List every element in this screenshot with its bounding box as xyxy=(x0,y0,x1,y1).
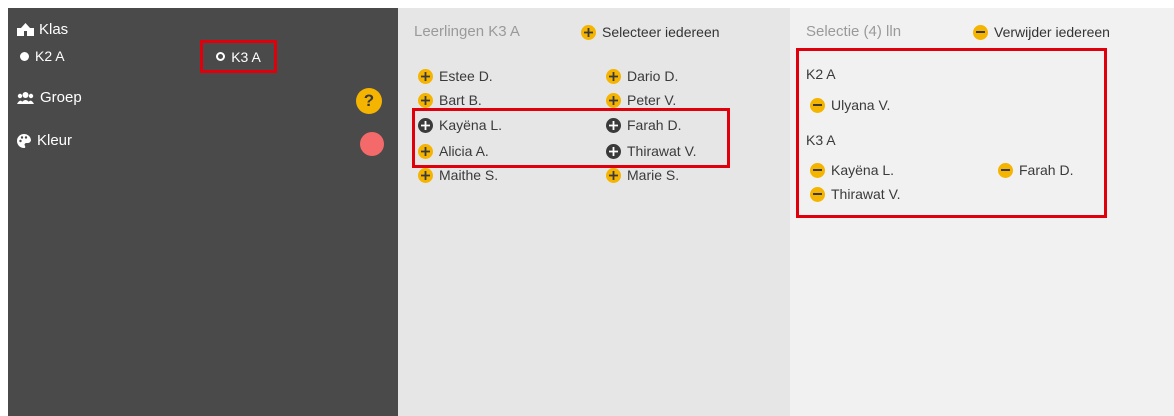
selection-header: Selectie (4) lln xyxy=(806,23,902,40)
selected-student-item[interactable]: Farah D. xyxy=(998,162,1073,178)
color-picker-swatch[interactable] xyxy=(360,132,384,156)
minus-icon xyxy=(998,162,1013,178)
radio-selected-icon xyxy=(20,51,29,61)
class-radio-label: K3 A xyxy=(231,48,261,65)
radio-unselected-icon xyxy=(216,52,226,61)
minus-icon xyxy=(810,186,825,202)
plus-icon xyxy=(606,92,621,108)
question-icon: ? xyxy=(363,91,375,110)
student-name: Farah D. xyxy=(1019,162,1074,178)
student-name: Thirawat V. xyxy=(831,186,901,202)
students-panel: Leerlingen K3 A Selecteer iedereen Estee… xyxy=(398,8,790,416)
student-name: Peter V. xyxy=(627,92,677,108)
remove-all-label: Verwijder iedereen xyxy=(994,24,1110,40)
kleur-section-title: Kleur xyxy=(17,132,72,149)
select-all-button[interactable]: Selecteer iedereen xyxy=(581,24,720,40)
student-item[interactable]: Bart B. xyxy=(418,92,482,108)
klas-label: Klas xyxy=(39,21,69,38)
groep-section-title: Groep xyxy=(17,89,82,106)
student-item[interactable]: Peter V. xyxy=(606,92,676,108)
class-panel: Klas K2 A K3 A Groep ? Kleur xyxy=(8,8,398,416)
minus-icon xyxy=(973,24,988,40)
group-label-k2a: K2 A xyxy=(806,66,836,82)
student-name: Marie S. xyxy=(627,167,680,183)
minus-icon xyxy=(810,162,825,178)
select-all-label: Selecteer iedereen xyxy=(602,24,720,40)
class-radio-label: K2 A xyxy=(35,48,65,64)
students-header: Leerlingen K3 A xyxy=(414,23,520,40)
groep-label: Groep xyxy=(40,89,82,106)
class-radio-k2a[interactable]: K2 A xyxy=(20,48,65,64)
minus-icon xyxy=(810,97,825,113)
plus-icon xyxy=(581,24,596,40)
student-name: Ulyana V. xyxy=(831,97,891,113)
student-item[interactable]: Marie S. xyxy=(606,167,679,183)
users-icon xyxy=(17,91,34,104)
help-button[interactable]: ? xyxy=(356,88,382,114)
palette-icon xyxy=(17,133,31,148)
selected-student-item[interactable]: Thirawat V. xyxy=(810,186,901,202)
student-name: Estee D. xyxy=(439,68,493,84)
selected-student-item[interactable]: Kayëna L. xyxy=(810,162,894,178)
plus-icon xyxy=(418,167,433,183)
highlight-box xyxy=(412,108,730,168)
selection-panel: Selectie (4) lln Verwijder iedereen K2 A… xyxy=(790,8,1174,416)
student-name: Maithe S. xyxy=(439,167,499,183)
klas-section-title: Klas xyxy=(17,21,68,38)
student-name: Bart B. xyxy=(439,92,482,108)
student-name: Kayëna L. xyxy=(831,162,895,178)
student-name: Dario D. xyxy=(627,68,679,84)
plus-icon xyxy=(418,68,433,84)
group-label-k3a: K3 A xyxy=(806,132,836,148)
remove-all-button[interactable]: Verwijder iedereen xyxy=(973,24,1110,40)
student-item[interactable]: Dario D. xyxy=(606,68,678,84)
plus-icon xyxy=(418,92,433,108)
kleur-label: Kleur xyxy=(37,132,73,149)
plus-icon xyxy=(606,68,621,84)
student-item[interactable]: Maithe S. xyxy=(418,167,498,183)
student-item[interactable]: Estee D. xyxy=(418,68,493,84)
school-icon xyxy=(17,23,34,36)
class-radio-k3a[interactable]: K3 A xyxy=(200,40,277,73)
selected-student-item[interactable]: Ulyana V. xyxy=(810,97,890,113)
plus-icon xyxy=(606,167,621,183)
